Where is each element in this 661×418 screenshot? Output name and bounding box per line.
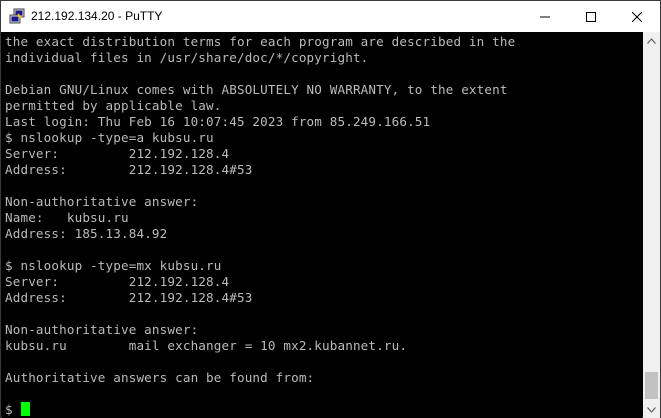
terminal-line: Name: kubsu.ru <box>5 210 129 225</box>
minimize-button[interactable] <box>522 1 568 32</box>
terminal-line: permitted by applicable law. <box>5 98 222 113</box>
scrollbar-thumb[interactable] <box>645 372 658 399</box>
terminal-line: kubsu.ru mail exchanger = 10 mx2.kubanne… <box>5 338 408 353</box>
title-bar[interactable]: 212.192.134.20 - PuTTY <box>1 1 660 32</box>
close-icon <box>632 11 642 22</box>
terminal-line: Server: 212.192.128.4 <box>5 274 230 289</box>
terminal-line: Server: 212.192.128.4 <box>5 146 230 161</box>
terminal-line: Last login: Thu Feb 16 10:07:45 2023 fro… <box>5 114 431 129</box>
terminal-line: Non-authoritative answer: <box>5 322 199 337</box>
terminal-line: Authoritative answers can be found from: <box>5 370 315 385</box>
maximize-button[interactable] <box>568 1 614 32</box>
vertical-scrollbar[interactable] <box>643 32 660 418</box>
terminal-line: the exact distribution terms for each pr… <box>5 34 516 49</box>
scroll-up-button[interactable] <box>643 32 660 49</box>
putty-window: 212.192.134.20 - PuTTY the exact distrib… <box>0 0 661 418</box>
maximize-icon <box>586 11 596 22</box>
scroll-down-arrow-icon <box>647 406 656 413</box>
close-button[interactable] <box>614 1 660 32</box>
window-title: 212.192.134.20 - PuTTY <box>31 9 163 23</box>
terminal-line: Address: 212.192.128.4#53 <box>5 290 253 305</box>
text-cursor <box>20 402 30 416</box>
putty-icon[interactable] <box>9 8 25 24</box>
scroll-down-button[interactable] <box>643 401 660 418</box>
terminal-output: the exact distribution terms for each pr… <box>5 34 515 402</box>
minimize-icon <box>540 16 550 17</box>
terminal-line: $ nslookup -type=mx kubsu.ru <box>5 258 222 273</box>
terminal-line: Non-authoritative answer: <box>5 194 199 209</box>
prompt-symbol: $ <box>5 402 13 417</box>
terminal-line: Address: 212.192.128.4#53 <box>5 162 253 177</box>
terminal-line: individual files in /usr/share/doc/*/cop… <box>5 50 369 65</box>
terminal-area[interactable]: the exact distribution terms for each pr… <box>2 32 642 418</box>
terminal-line: Debian GNU/Linux comes with ABSOLUTELY N… <box>5 82 508 97</box>
scroll-up-arrow-icon <box>647 37 656 44</box>
terminal-line: Address: 185.13.84.92 <box>5 226 168 241</box>
terminal-line: $ nslookup -type=a kubsu.ru <box>5 130 214 145</box>
shell-prompt[interactable]: $ <box>5 402 30 418</box>
